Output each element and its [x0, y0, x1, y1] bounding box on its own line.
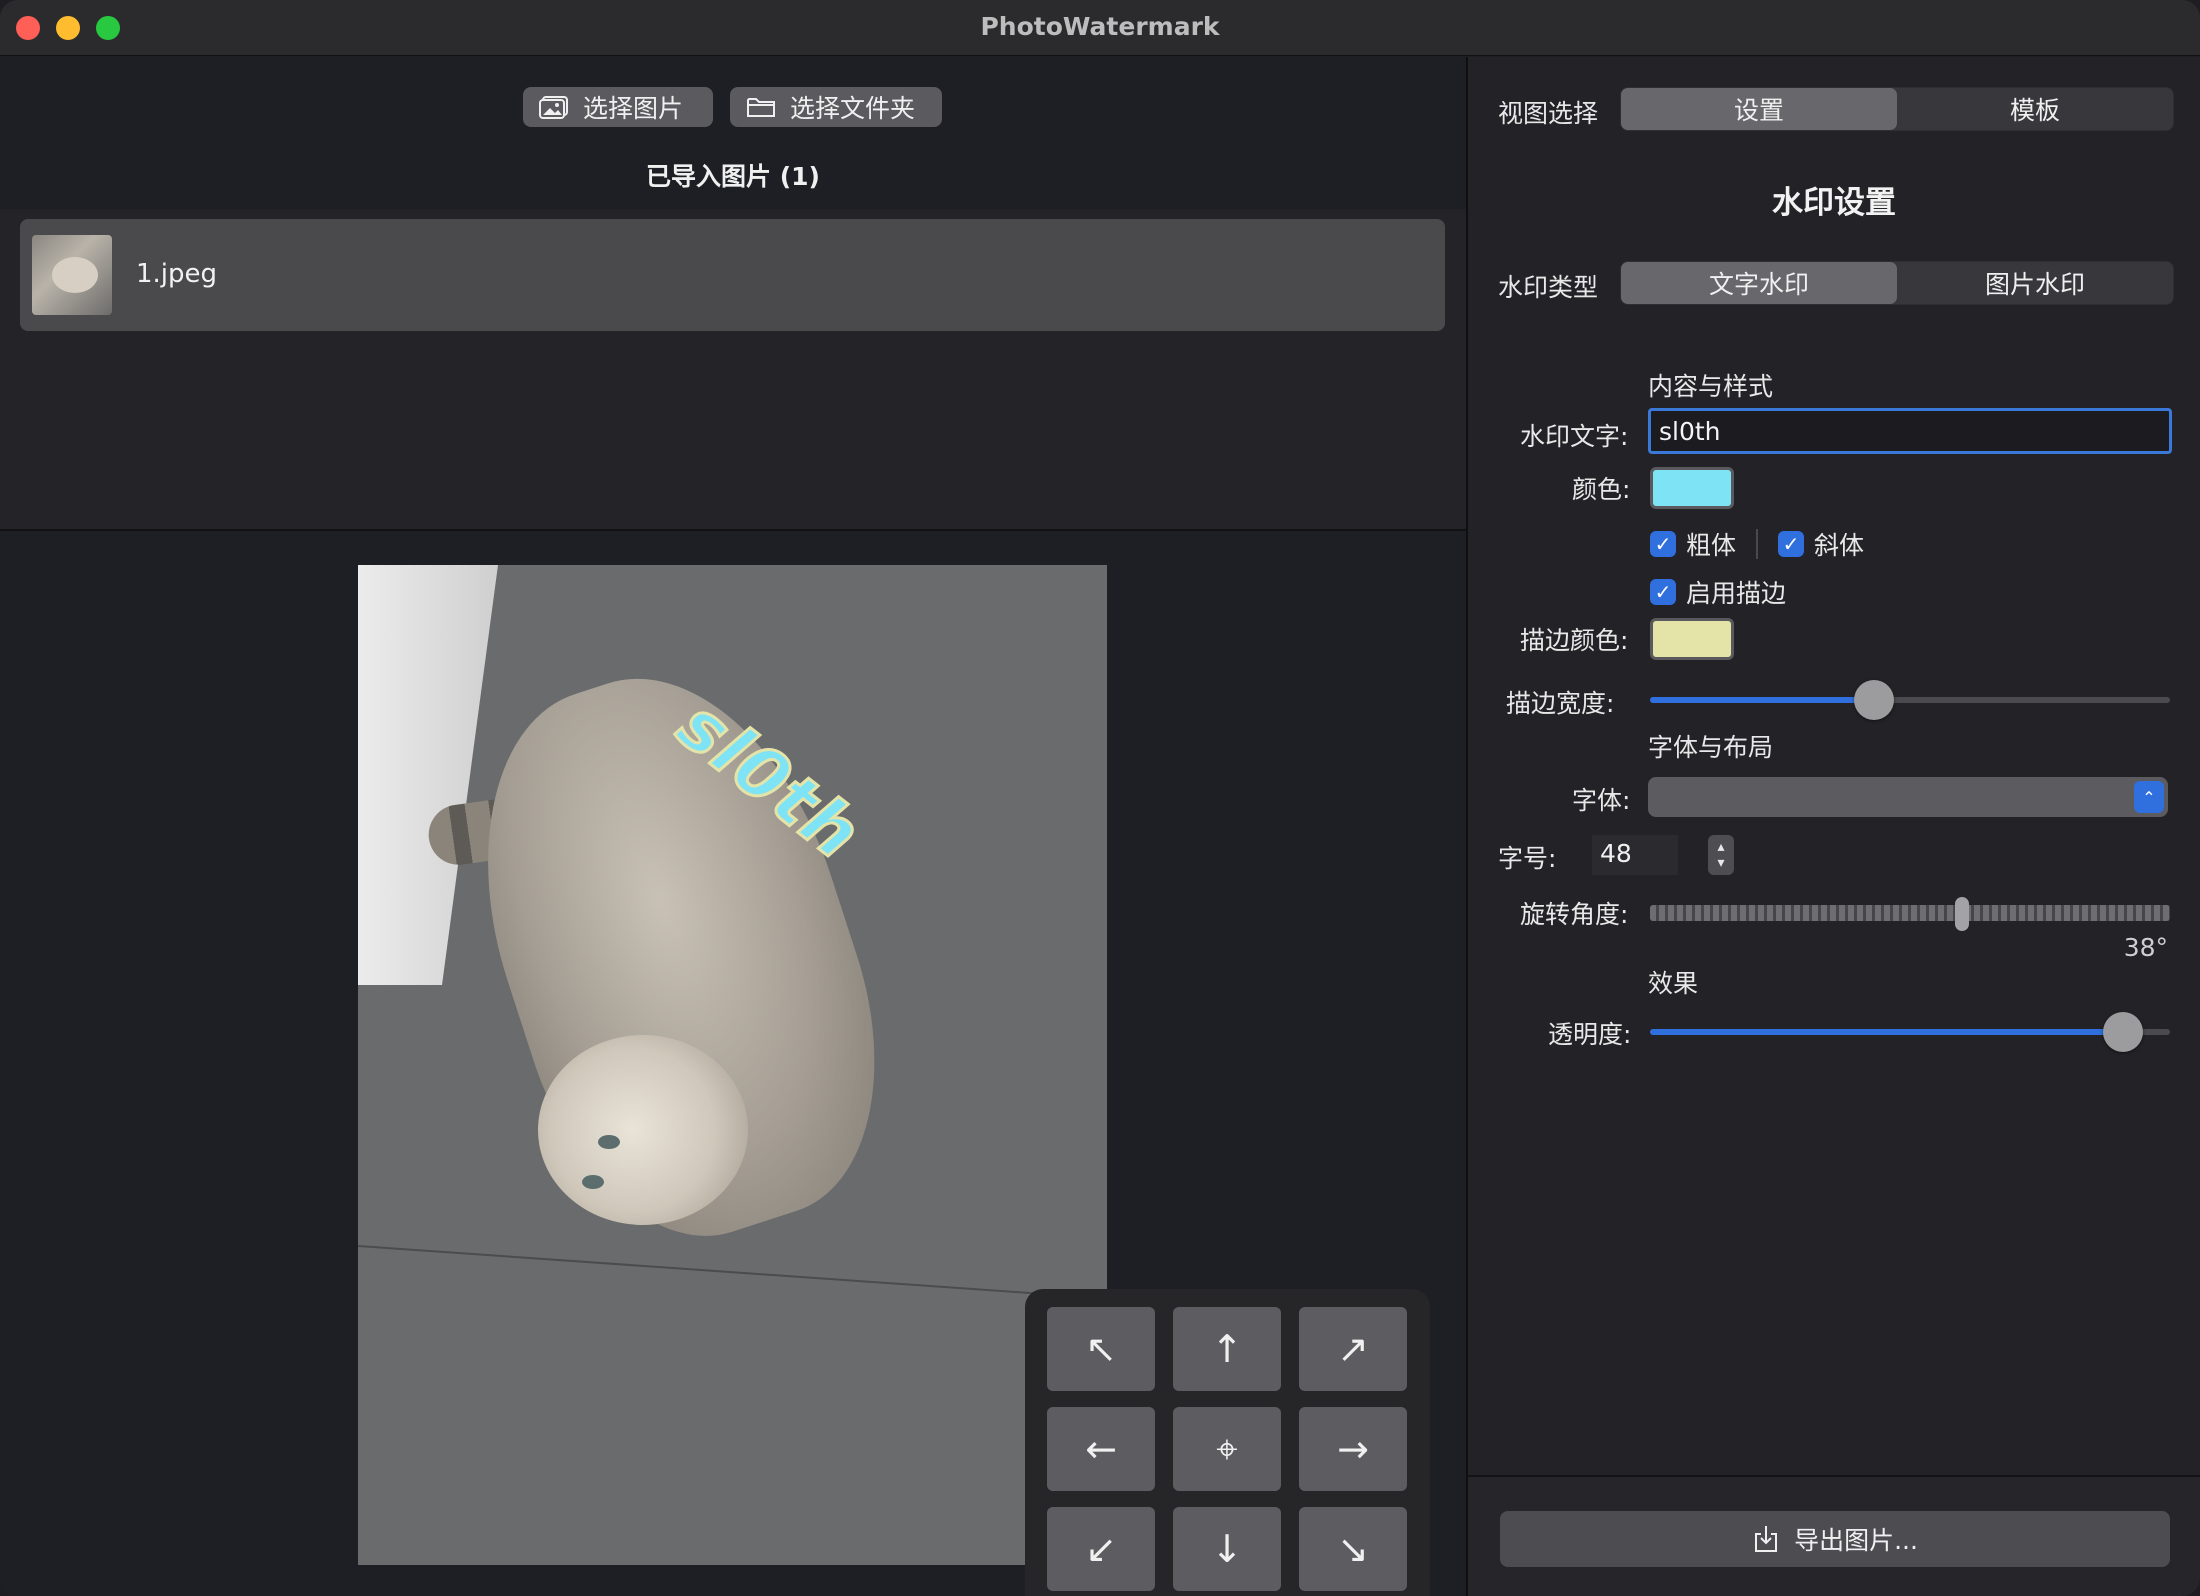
font-layout-heading: 字体与布局 [1648, 733, 1774, 762]
export-bar: 导出图片... [1468, 1475, 2200, 1596]
watermark-type-label: 水印类型 [1498, 273, 1599, 302]
file-name: 1.jpeg [136, 259, 218, 289]
image-list: 1.jpeg [0, 209, 1466, 531]
opacity-slider-knob[interactable] [2103, 1012, 2144, 1052]
select-folder-button[interactable]: 选择文件夹 [730, 87, 942, 127]
font-style-options: ✓ 粗体 ✓ 斜体 [1650, 526, 1864, 562]
position-bottom-right-button[interactable]: ↘ [1299, 1507, 1407, 1591]
select-image-label: 选择图片 [583, 94, 684, 123]
text-color-well[interactable] [1650, 467, 1734, 509]
chevron-up-down-icon: ⌃ [2134, 781, 2164, 813]
position-top-right-button[interactable]: ↗ [1299, 1307, 1407, 1391]
position-bottom-left-button[interactable]: ↙ [1047, 1507, 1155, 1591]
list-item[interactable]: 1.jpeg [20, 219, 1445, 331]
position-pad: ↖ ↑ ↗ ← ⌖ → ↙ ↓ ↘ [1025, 1289, 1430, 1596]
select-folder-label: 选择文件夹 [790, 94, 916, 123]
view-segmented-control: 设置 模板 [1620, 87, 2174, 131]
color-label: 颜色: [1572, 475, 1631, 504]
watermark-text-input[interactable]: sl0th [1648, 408, 2172, 454]
title-bar: PhotoWatermark [0, 0, 2200, 56]
position-right-button[interactable]: → [1299, 1407, 1407, 1491]
font-size-label: 字号: [1498, 844, 1557, 873]
tab-templates[interactable]: 模板 [1897, 88, 2173, 130]
font-label: 字体: [1572, 786, 1631, 815]
folder-icon [747, 98, 775, 117]
stroke-enable-checkbox[interactable]: ✓ [1650, 579, 1676, 605]
stroke-enable-label: 启用描边 [1686, 579, 1787, 608]
position-center-button[interactable]: ⌖ [1173, 1407, 1281, 1491]
rotation-value: 38° [2123, 933, 2168, 962]
cat-head [538, 1035, 748, 1225]
bold-label: 粗体 [1686, 531, 1737, 560]
left-panel: 选择图片 选择文件夹 已导入图片 (1) 1.jpeg sl0th ↖ ↑ ↗ … [0, 57, 1466, 1596]
select-image-button[interactable]: 选择图片 [523, 87, 713, 127]
image-preview: sl0th [358, 565, 1107, 1565]
tab-text-watermark[interactable]: 文字水印 [1621, 262, 1897, 304]
position-top-button[interactable]: ↑ [1173, 1307, 1281, 1391]
view-select-label: 视图选择 [1498, 99, 1599, 128]
window-title: PhotoWatermark [980, 12, 1220, 41]
photo-icon [539, 96, 568, 119]
stroke-color-label: 描边颜色: [1520, 626, 1629, 655]
tab-settings[interactable]: 设置 [1621, 88, 1897, 130]
italic-label: 斜体 [1814, 531, 1865, 560]
rotation-slider-knob[interactable] [1955, 897, 1969, 931]
rotation-slider[interactable] [1650, 897, 2170, 931]
stroke-width-slider-knob[interactable] [1853, 680, 1894, 720]
export-icon [1755, 1526, 1778, 1552]
content-style-heading: 内容与样式 [1648, 372, 1774, 401]
bold-checkbox[interactable]: ✓ [1650, 531, 1676, 557]
export-images-button[interactable]: 导出图片... [1500, 1511, 2170, 1567]
font-select[interactable]: ⌃ [1648, 777, 2168, 817]
italic-checkbox[interactable]: ✓ [1778, 531, 1805, 557]
font-size-stepper[interactable]: ▴ ▾ [1708, 835, 1734, 875]
stroke-enable-row: ✓ 启用描边 [1650, 574, 1786, 610]
rotation-label: 旋转角度: [1520, 900, 1629, 929]
app-window: PhotoWatermark 选择图片 选择文件夹 已导入图片 (1) 1.jp… [0, 0, 2200, 1596]
watermark-settings-title: 水印设置 [1772, 185, 1896, 221]
image-thumbnail [32, 235, 112, 315]
imported-images-title: 已导入图片 (1) [646, 162, 820, 191]
tab-image-watermark[interactable]: 图片水印 [1897, 262, 2173, 304]
chevron-down-icon[interactable]: ▾ [1717, 855, 1724, 871]
position-top-left-button[interactable]: ↖ [1047, 1307, 1155, 1391]
settings-panel: 视图选择 设置 模板 水印设置 水印类型 文字水印 图片水印 内容与样式 水印文… [1468, 57, 2200, 1596]
stroke-width-label: 描边宽度: [1506, 689, 1615, 718]
position-left-button[interactable]: ← [1047, 1407, 1155, 1491]
preview-wall [358, 565, 498, 985]
chevron-up-icon[interactable]: ▴ [1717, 839, 1724, 855]
export-label: 导出图片... [1794, 1526, 1918, 1555]
position-bottom-button[interactable]: ↓ [1173, 1507, 1281, 1591]
opacity-label: 透明度: [1548, 1020, 1632, 1049]
watermark-type-control: 文字水印 图片水印 [1620, 261, 2174, 305]
font-size-field[interactable]: 48 [1592, 835, 1678, 875]
stroke-color-well[interactable] [1650, 618, 1734, 660]
opacity-slider[interactable] [1650, 1012, 2170, 1052]
watermark-text-label: 水印文字: [1520, 422, 1629, 451]
effects-heading: 效果 [1648, 969, 1699, 998]
stroke-width-slider[interactable] [1650, 680, 2170, 720]
